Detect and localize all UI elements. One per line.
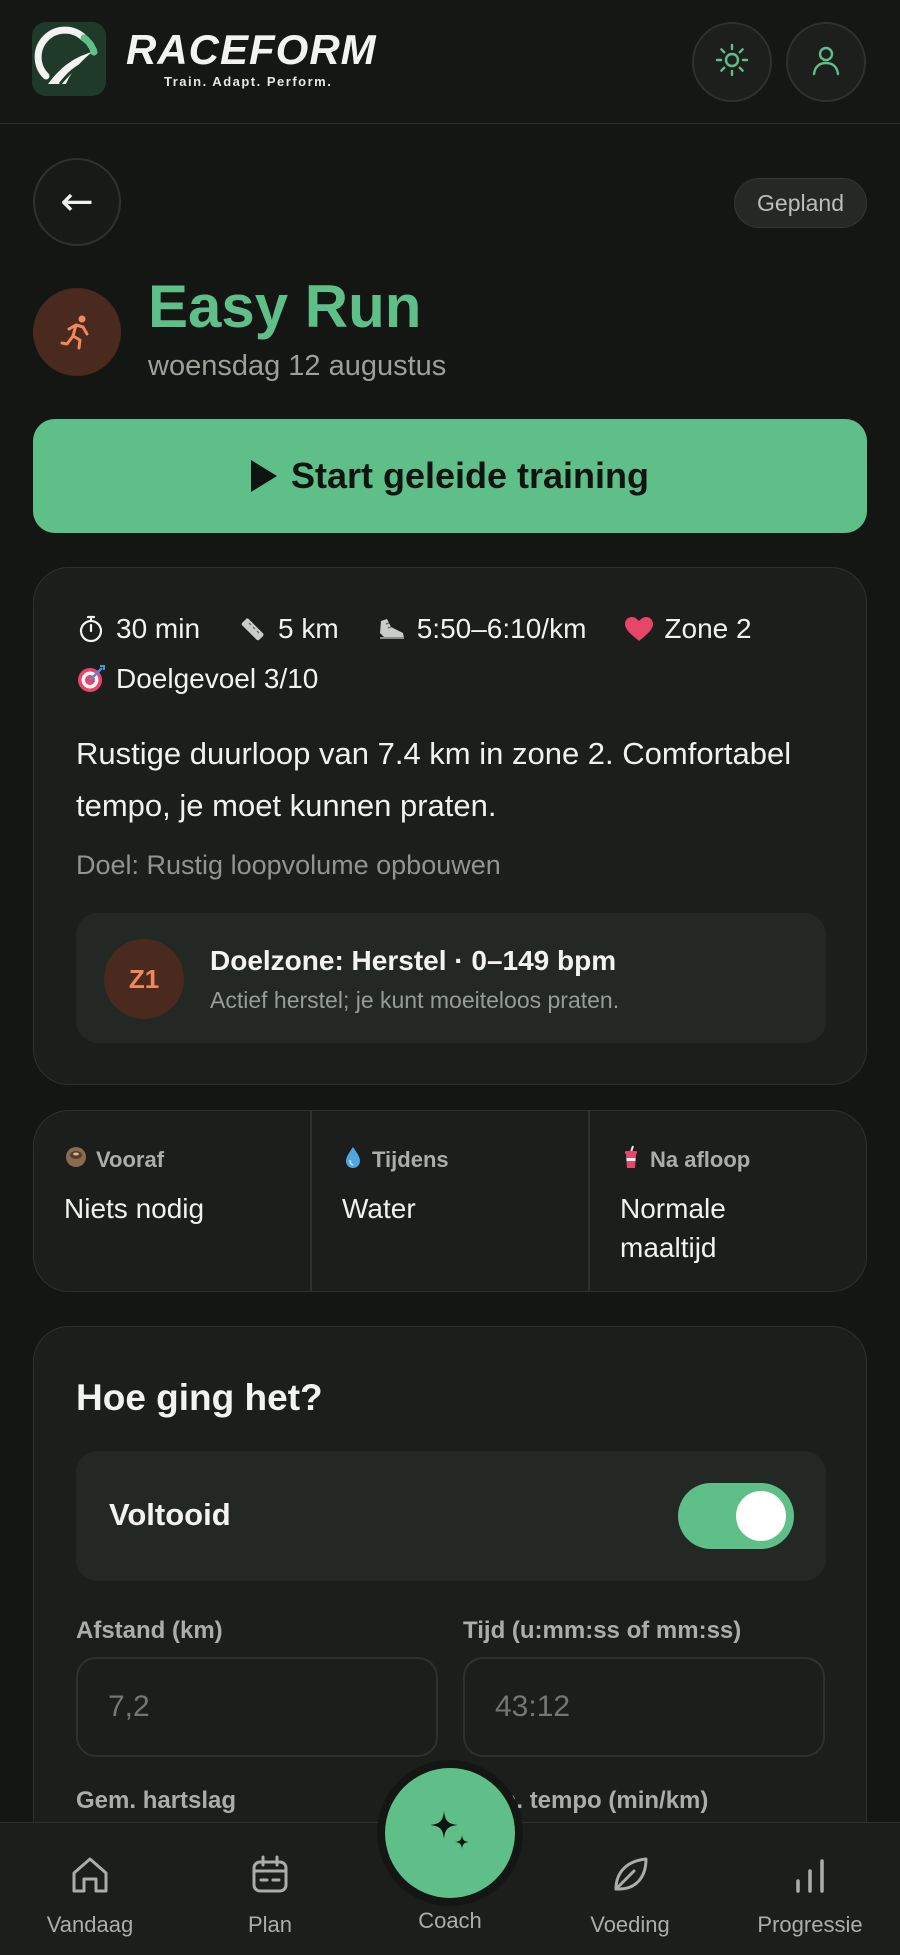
start-button-label: Start geleide training <box>290 455 650 496</box>
workout-date: woensdag 12 augustus <box>148 350 447 382</box>
nutrition-during-value: Water <box>342 1193 416 1224</box>
completed-label: Voltooid <box>109 1497 231 1532</box>
calendar-icon <box>248 1823 292 1902</box>
stat-target-feel-value: Doelgevoel 3/10 <box>116 663 319 694</box>
nutrition-after-label: Na afloop <box>650 1147 751 1172</box>
stat-zone: Zone 2 <box>624 610 752 648</box>
stat-target-feel: Doelgevoel 3/10 <box>76 660 318 698</box>
time-input[interactable] <box>463 1657 825 1757</box>
brand-name: RACEFORM <box>126 26 377 73</box>
stat-distance-value: 5 km <box>278 613 339 644</box>
target-zone-subtitle: Actief herstel; je kunt moeiteloos prate… <box>210 987 620 1013</box>
bar-chart-icon <box>788 1823 832 1902</box>
raceform-logo <box>32 22 106 96</box>
stat-zone-value: Zone 2 <box>664 613 752 644</box>
sparkle-icon <box>422 1803 478 1864</box>
brand-tagline: Train. Adapt. Perform. <box>164 74 333 89</box>
stat-pace-value: 5:50–6:10/km <box>416 613 587 644</box>
theme-toggle-button[interactable] <box>692 22 772 102</box>
running-shoe-icon <box>377 614 407 644</box>
stat-pace: 5:50–6:10/km <box>377 610 587 648</box>
arrow-left-icon: ← <box>60 179 94 225</box>
coach-button[interactable] <box>385 1768 515 1898</box>
profile-button[interactable] <box>786 22 866 102</box>
target-zone-panel: Z1 Doelzone: Herstel · 0–149 bpm Actief … <box>76 913 826 1043</box>
nav-item-progress[interactable]: Progressie <box>720 1823 900 1955</box>
stat-duration-value: 30 min <box>116 613 201 644</box>
workout-goal: Doel: Rustig loopvolume opbouwen <box>76 850 501 880</box>
status-badge: Gepland <box>734 178 867 228</box>
nav-label-plan: Plan <box>247 1912 293 1937</box>
nutrition-during: Tijdens Water <box>310 1111 588 1291</box>
nutrition-during-label: Tijdens <box>372 1147 449 1172</box>
workout-stats: 30 min 5 km 5:50–6:10/km Zone 2 Doelgevo… <box>76 610 836 698</box>
home-icon <box>68 1823 112 1902</box>
nav-item-today[interactable]: Vandaag <box>0 1823 180 1955</box>
nav-label-progress: Progressie <box>757 1912 863 1937</box>
nutrition-after-value: Normale maaltijd <box>620 1193 726 1263</box>
stat-distance: 5 km <box>238 610 339 648</box>
distance-label: Afstand (km) <box>76 1617 223 1644</box>
sun-icon <box>715 43 749 82</box>
workout-description: Rustige duurloop van 7.4 km in zone 2. C… <box>76 736 792 823</box>
nutrition-before: Vooraf Niets nodig <box>34 1111 310 1291</box>
stat-duration: 30 min <box>76 610 200 648</box>
app-header: RACEFORM Train. Adapt. Perform. <box>0 0 900 124</box>
target-icon <box>76 664 106 694</box>
running-icon <box>33 288 121 376</box>
start-guided-training-button[interactable]: Start geleide training <box>33 419 867 533</box>
ruler-icon <box>238 614 268 644</box>
toggle-knob <box>736 1491 786 1541</box>
coffee-icon <box>64 1145 88 1175</box>
leaf-icon <box>608 1823 652 1902</box>
feedback-title: Hoe ging het? <box>76 1377 323 1418</box>
nav-label-coach: Coach <box>418 1908 482 1933</box>
heart-icon <box>624 614 654 644</box>
heart-rate-label: Gem. hartslag <box>76 1787 237 1814</box>
stopwatch-icon <box>76 614 106 644</box>
nav-label-nutrition: Voeding <box>590 1912 670 1937</box>
cup-with-straw-icon <box>620 1145 642 1175</box>
play-icon <box>250 460 277 492</box>
nutrition-after: Na afloop Normale maaltijd <box>588 1111 866 1291</box>
nutrition-before-label: Vooraf <box>96 1147 165 1172</box>
zone-badge: Z1 <box>104 939 184 1019</box>
nav-item-plan[interactable]: Plan <box>180 1823 360 1955</box>
time-label: Tijd (u:mm:ss of mm:ss) <box>463 1617 742 1644</box>
workout-title: Easy Run <box>148 273 422 340</box>
target-zone-title: Doelzone: Herstel · 0–149 bpm <box>210 945 617 976</box>
completed-toggle[interactable] <box>678 1483 794 1549</box>
completed-row: Voltooid <box>76 1451 826 1581</box>
nutrition-before-value: Niets nodig <box>64 1193 205 1224</box>
droplet-icon <box>342 1145 364 1175</box>
nutrition-card: Vooraf Niets nodig Tijdens Water Na aflo… <box>33 1110 867 1292</box>
nav-label-today: Vandaag <box>46 1912 134 1937</box>
workout-details-card: 30 min 5 km 5:50–6:10/km Zone 2 Doelgevo… <box>33 567 867 1085</box>
back-button[interactable]: ← <box>33 158 121 246</box>
distance-input[interactable] <box>76 1657 438 1757</box>
nav-item-nutrition[interactable]: Voeding <box>540 1823 720 1955</box>
user-icon <box>809 43 843 82</box>
